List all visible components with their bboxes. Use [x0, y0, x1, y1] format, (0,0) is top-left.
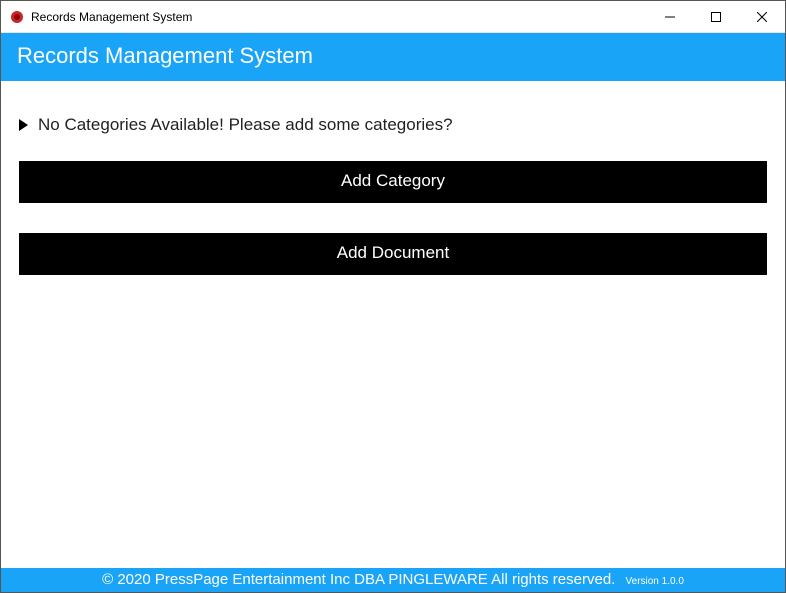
add-category-button[interactable]: Add Category [19, 161, 767, 203]
status-message: No Categories Available! Please add some… [38, 115, 453, 135]
minimize-button[interactable] [647, 1, 693, 32]
main-content: No Categories Available! Please add some… [1, 81, 785, 568]
add-document-button[interactable]: Add Document [19, 233, 767, 275]
caret-right-icon [19, 119, 28, 131]
maximize-button[interactable] [693, 1, 739, 32]
window-titlebar: Records Management System [1, 1, 785, 33]
close-button[interactable] [739, 1, 785, 32]
footer: © 2020 PressPage Entertainment Inc DBA P… [1, 568, 785, 592]
page-title: Records Management System [17, 43, 769, 69]
footer-copyright: © 2020 PressPage Entertainment Inc DBA P… [102, 571, 615, 588]
app-header: Records Management System [1, 33, 785, 81]
app-icon [9, 9, 25, 25]
footer-version: Version 1.0.0 [626, 576, 684, 587]
status-row[interactable]: No Categories Available! Please add some… [19, 115, 767, 135]
window-title: Records Management System [31, 10, 647, 24]
window-controls [647, 1, 785, 32]
